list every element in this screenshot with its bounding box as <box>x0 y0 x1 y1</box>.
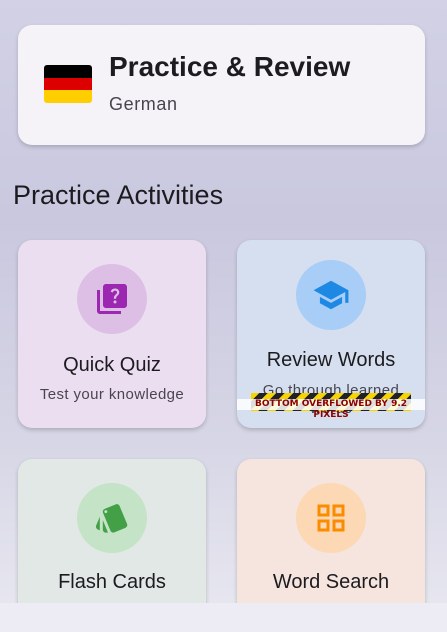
card-title: Quick Quiz <box>63 354 161 376</box>
quiz-icon <box>77 264 147 334</box>
page-title: Practice & Review <box>109 51 351 82</box>
language-label: German <box>109 94 178 114</box>
card-title: Review Words <box>266 349 396 371</box>
activity-card-review-words[interactable]: Review Words Go through learned words BO… <box>237 240 425 428</box>
activity-card-flash-cards[interactable]: Flash Cards <box>18 459 206 619</box>
card-title: Flash Cards <box>58 571 166 593</box>
card-description: Test your knowledge <box>39 386 185 403</box>
school-icon <box>296 260 366 330</box>
flash-cards-icon <box>77 483 147 553</box>
activity-card-quick-quiz[interactable]: Quick Quiz Test your knowledge <box>18 240 206 428</box>
bottom-bar <box>0 603 447 632</box>
overflow-warning-text: BOTTOM OVERFLOWED BY 9.2 PIXELS <box>237 399 425 420</box>
card-title: Word Search <box>272 571 390 593</box>
germany-flag-icon <box>44 65 92 103</box>
grid-icon <box>296 483 366 553</box>
activity-card-word-search[interactable]: Word Search <box>237 459 425 619</box>
section-title: Practice Activities <box>13 180 224 210</box>
